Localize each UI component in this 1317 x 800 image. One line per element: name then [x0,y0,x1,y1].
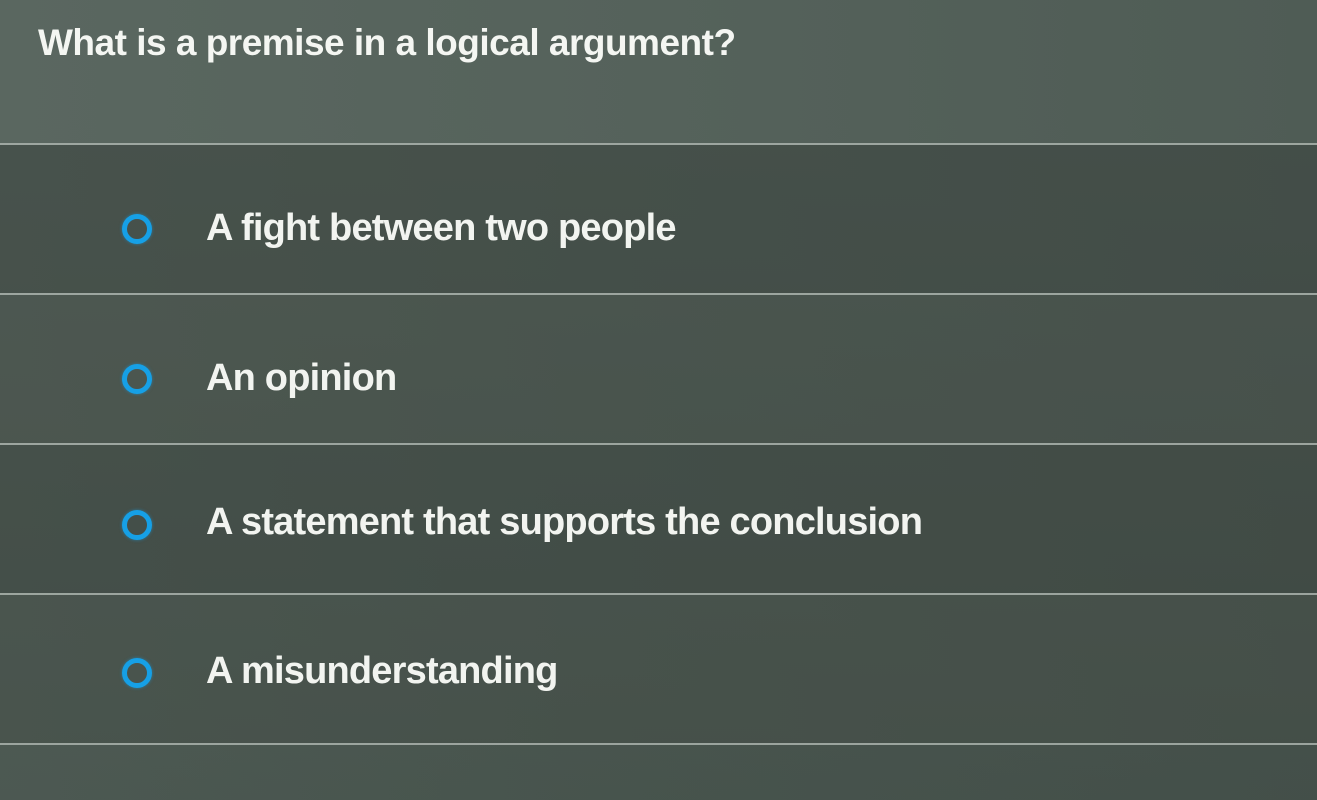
answer-option-label: A fight between two people [206,207,676,249]
answer-option-label: A statement that supports the conclusion [206,501,923,543]
radio-button-icon[interactable] [122,364,152,394]
answer-option-label: An opinion [206,357,397,399]
quiz-screen: What is a premise in a logical argument?… [0,0,1317,800]
radio-button-icon[interactable] [122,214,152,244]
answer-option-4[interactable]: A misunderstanding [0,595,1317,743]
answer-option-2[interactable]: An opinion [0,295,1317,443]
radio-button-icon[interactable] [122,510,152,540]
question-header: What is a premise in a logical argument? [0,0,1317,145]
answer-option-3[interactable]: A statement that supports the conclusion [0,445,1317,593]
divider [0,743,1317,745]
question-text: What is a premise in a logical argument? [38,22,736,63]
answer-option-label: A misunderstanding [206,650,558,692]
answer-option-1[interactable]: A fight between two people [0,145,1317,293]
radio-button-icon[interactable] [122,658,152,688]
